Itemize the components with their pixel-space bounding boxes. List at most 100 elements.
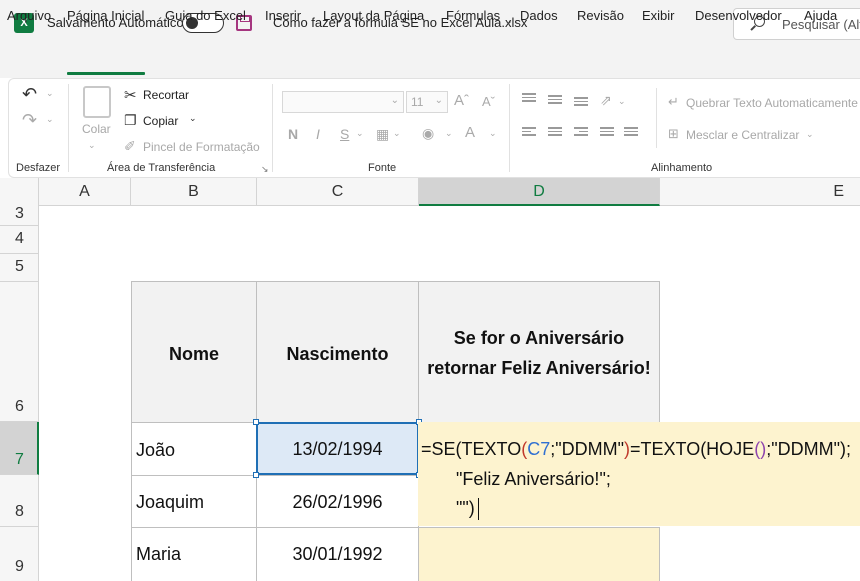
formula-edit-cell[interactable]: =SE(TEXTO(C7;"DDMM")=TEXTO(HOJE();"DDMM"… [418,422,860,526]
copy-icon[interactable]: ❐ [124,112,137,129]
align-right-icon[interactable] [574,127,588,137]
cut-button[interactable]: Recortar [143,88,189,102]
tab-desenvolvedor[interactable]: Desenvolvedor [695,8,782,23]
wrap-text-button[interactable]: Quebrar Texto Automaticamente [686,96,858,110]
merge-dropdown-icon[interactable]: ⌄ [806,129,814,140]
table-row-birth-cell[interactable]: 26/02/1996 [256,475,419,528]
align-middle-icon[interactable] [548,95,562,105]
tab-dados[interactable]: Dados [520,8,558,23]
undo-dropdown-icon[interactable]: ⌄ [46,88,54,99]
selected-cell-c7[interactable]: 13/02/1994 [256,422,419,475]
scissors-icon[interactable]: ✂ [124,86,137,104]
merge-center-icon[interactable]: ⊞ [668,126,679,142]
select-all-corner[interactable] [0,178,39,206]
column-header-a[interactable]: A [39,178,131,206]
paste-label[interactable]: Colar [82,122,111,136]
tab-inserir[interactable]: Inserir [265,8,301,23]
chevron-down-icon[interactable]: ⌄ [504,14,513,27]
group-divider [656,88,657,148]
increase-indent-icon[interactable] [624,127,638,137]
formula-line-2: "Feliz Aniversário!"; [456,469,611,489]
formula-line-3: "") [456,498,475,518]
font-color-icon[interactable]: A [465,124,475,141]
align-left-icon[interactable] [522,127,536,137]
row-header-7[interactable]: 7 [0,422,39,475]
font-group-label: Fonte [368,162,397,174]
row-header-5[interactable]: 5 [0,254,39,282]
tab-pagina-inicial[interactable]: Página Inicial [67,8,144,23]
align-top-icon[interactable] [522,93,536,103]
wrap-text-icon[interactable]: ↵ [668,94,679,110]
tab-exibir[interactable]: Exibir [642,8,675,23]
copy-button[interactable]: Copiar [143,114,178,128]
column-header-b[interactable]: B [131,178,257,206]
font-name-dropdown[interactable]: ⌄ [282,91,404,113]
redo-icon[interactable]: ↷ [22,110,37,131]
orientation-icon[interactable]: ⇗ [600,92,612,109]
merge-center-button[interactable]: Mesclar e Centralizar [686,128,799,142]
formula-part: ;"DDMM"); [766,439,851,459]
italic-button[interactable]: I [316,126,320,142]
decrease-font-icon[interactable]: Aˇ [482,94,495,109]
font-size-dropdown[interactable]: 11 ⌄ [406,91,448,113]
selection-handle[interactable] [253,419,259,425]
row-header-8[interactable]: 8 [0,475,39,527]
orientation-dropdown-icon[interactable]: ⌄ [618,96,626,107]
paste-dropdown-icon[interactable]: ⌄ [88,140,96,151]
row-number: 9 [15,558,24,575]
dialog-launcher-icon[interactable]: ↘ [261,164,269,175]
row-header-6[interactable]: 6 [0,282,39,422]
borders-dropdown-icon[interactable]: ⌄ [393,128,401,139]
increase-font-icon[interactable]: Aˆ [454,92,469,109]
header-cell-name[interactable]: Nome [131,281,257,423]
format-painter-icon[interactable]: ✐ [124,138,136,155]
undo-icon[interactable]: ↶ [22,84,37,105]
name-value: João [136,440,176,460]
underline-button[interactable]: S [340,126,349,142]
tab-guia-do-excel[interactable]: Guia do Excel [165,8,246,23]
selection-handle[interactable] [253,472,259,478]
clipboard-group-label: Área de Transferência [107,162,216,174]
header-cell-birth[interactable]: Nascimento [256,281,419,423]
column-header-d[interactable]: D [419,178,660,206]
redo-dropdown-icon[interactable]: ⌄ [46,114,54,125]
row-header-4[interactable]: 4 [0,226,39,254]
formula-cell-reference: C7 [527,439,551,459]
paste-icon[interactable] [83,86,111,118]
align-bottom-icon[interactable] [574,97,588,107]
formula-paren: () [754,439,767,459]
font-size-value: 11 [411,95,424,109]
tab-ajuda[interactable]: Ajuda [804,8,837,23]
row-header-3[interactable]: 3 [0,205,39,226]
column-header-c[interactable]: C [257,178,419,206]
tab-formulas[interactable]: Fórmulas [446,8,500,23]
table-row-result-cell[interactable] [418,527,660,581]
font-color-dropdown-icon[interactable]: ⌄ [489,128,497,139]
table-row-name-cell[interactable]: João [131,422,257,476]
bold-button[interactable]: N [288,126,298,142]
row-number: 5 [15,258,24,275]
tab-layout-da-pagina[interactable]: Layout da Página [323,8,424,23]
column-header-e[interactable]: E [660,178,860,206]
decrease-indent-icon[interactable] [600,127,614,137]
undo-group-label: Desfazer [16,162,61,174]
tab-revisao[interactable]: Revisão [577,8,624,23]
row-header-9[interactable]: 9 [0,527,39,581]
header-rule-line2: retornar Feliz Aniversário! [427,358,651,378]
header-rule-line1: Se for o Aniversário [453,328,625,348]
copy-dropdown-icon[interactable]: ⌄ [189,113,197,124]
text-cursor [478,498,479,520]
fill-dropdown-icon[interactable]: ⌄ [445,128,453,139]
header-cell-rule[interactable]: Se for o Aniversário retornar Feliz Aniv… [418,281,660,423]
table-row-birth-cell[interactable]: 30/01/1992 [256,527,419,581]
underline-dropdown-icon[interactable]: ⌄ [356,128,364,139]
row-number: 3 [15,205,24,222]
tab-arquivo[interactable]: Arquivo [7,8,51,23]
table-row-name-cell[interactable]: Maria [131,527,257,581]
fill-color-icon[interactable]: ◉ [422,125,434,142]
format-painter-button[interactable]: Pincel de Formatação [143,140,260,154]
borders-icon[interactable]: ▦ [376,126,389,143]
align-center-icon[interactable] [548,127,562,137]
table-row-name-cell[interactable]: Joaquim [131,475,257,528]
alignment-group-label: Alinhamento [651,162,713,174]
